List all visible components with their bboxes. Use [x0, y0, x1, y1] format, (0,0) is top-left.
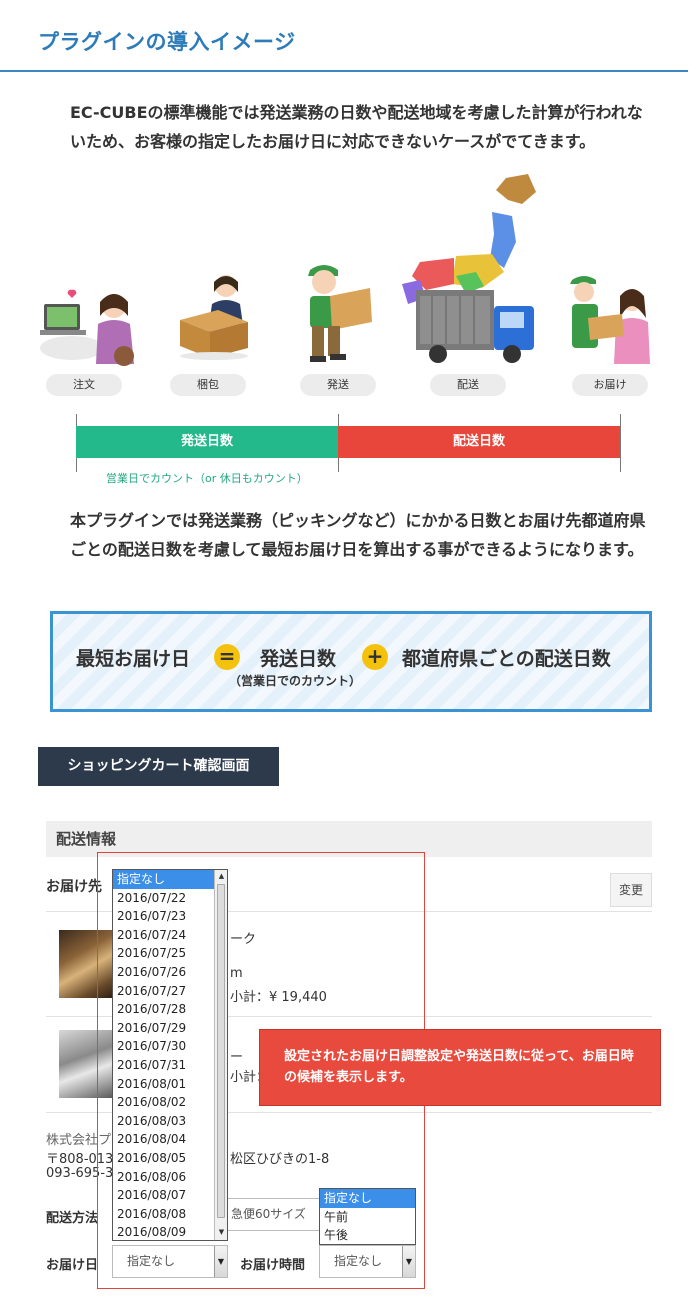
order-illustration — [40, 289, 134, 366]
shipping-illustration — [308, 265, 372, 362]
formula-term-note: （営業日でのカウント） — [229, 674, 362, 688]
equals-icon: = — [214, 644, 240, 670]
plus-icon: + — [362, 644, 388, 670]
step-label-delivery: 配送 — [430, 374, 506, 396]
formula-term-shipping-days: 発送日数 — [260, 648, 337, 670]
formula-result: 最短お届け日 — [76, 648, 191, 670]
delivery-truck-map-illustration — [402, 174, 536, 363]
page-title: プラグインの導入イメージ — [38, 30, 296, 54]
step-label-shipping: 発送 — [300, 374, 376, 396]
intro-paragraph: EC-CUBEの標準機能では発送業務の日数や配送地域を考慮した計算が行われないた… — [70, 103, 643, 151]
delivery-to-label: お届け先 — [46, 879, 102, 895]
shipping-method-label: 配送方法 — [46, 1211, 99, 1226]
step-label-packing: 梱包 — [170, 374, 246, 396]
step-label-order: 注文 — [46, 374, 122, 396]
step-label-handover: お届け — [572, 374, 648, 396]
delivery-days-bar: 配送日数 — [338, 426, 620, 458]
shipping-days-bar: 発送日数 — [76, 426, 338, 458]
packing-illustration — [180, 275, 248, 360]
plugin-description: 本プラグインでは発送業務（ピッキングなど）にかかる日数とお届け先都道府県ごとの配… — [70, 511, 646, 559]
handover-illustration — [570, 276, 650, 364]
callout-note: 設定されたお届け日調整設定や発送日数に従って、お届日時の候補を表示します。 — [259, 1029, 661, 1106]
title-divider — [0, 70, 688, 72]
cart-screen-label: ショッピングカート確認画面 — [38, 747, 279, 786]
timeline-tick-end — [620, 414, 621, 472]
change-button[interactable]: 変更 — [610, 873, 652, 907]
formula-box: 最短お届け日 = 発送日数 （営業日でのカウント） + 都道府県ごとの配送日数 — [50, 611, 652, 712]
delivery-date-label: お届け日 — [46, 1258, 99, 1273]
formula-term-prefecture-days: 都道府県ごとの配送日数 — [402, 648, 611, 670]
business-day-note: 営業日でカウント（or 休日もカウント） — [106, 472, 308, 485]
